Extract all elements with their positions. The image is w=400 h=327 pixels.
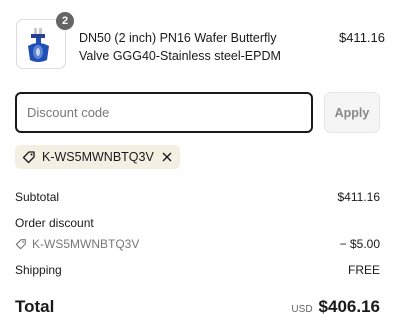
quantity-badge: 2 bbox=[56, 12, 74, 30]
discount-code-label: K-WS5MWNBTQ3V bbox=[32, 237, 140, 251]
shipping-value: FREE bbox=[347, 263, 380, 277]
shipping-row: Shipping FREE bbox=[15, 263, 380, 277]
subtotal-label: Subtotal bbox=[15, 190, 60, 204]
order-discount-row: Order discount bbox=[15, 216, 380, 230]
line-item: 2 DN50 (2 inch) PN16 Wafer Butterfly Val… bbox=[15, 12, 385, 71]
butterfly-valve-icon bbox=[28, 28, 49, 62]
close-icon bbox=[162, 152, 172, 162]
product-price: $411.16 bbox=[338, 30, 385, 45]
total-row: Total USD $406.16 bbox=[15, 297, 380, 319]
discount-code-row: K-WS5MWNBTQ3V − $5.00 bbox=[15, 237, 380, 251]
apply-button[interactable]: Apply bbox=[324, 92, 380, 133]
product-name: DN50 (2 inch) PN16 Wafer Butterfly Valve… bbox=[79, 31, 281, 63]
applied-discount-chip: K-WS5MWNBTQ3V bbox=[15, 145, 180, 169]
total-price: USD $406.16 bbox=[291, 297, 380, 317]
subtotal-row: Subtotal $411.16 bbox=[15, 190, 380, 204]
currency-code: USD bbox=[291, 304, 313, 315]
shipping-label: Shipping bbox=[15, 263, 62, 277]
discount-code-input[interactable] bbox=[15, 92, 313, 133]
order-discount-label: Order discount bbox=[15, 216, 94, 230]
subtotal-value: $411.16 bbox=[337, 190, 381, 204]
total-label: Total bbox=[15, 297, 55, 316]
discount-amount: − $5.00 bbox=[339, 237, 380, 251]
tag-icon bbox=[22, 151, 35, 164]
applied-discount-code: K-WS5MWNBTQ3V bbox=[42, 150, 154, 164]
total-amount: $406.16 bbox=[318, 297, 380, 316]
tag-icon bbox=[15, 239, 26, 250]
remove-discount-button[interactable] bbox=[162, 152, 172, 162]
